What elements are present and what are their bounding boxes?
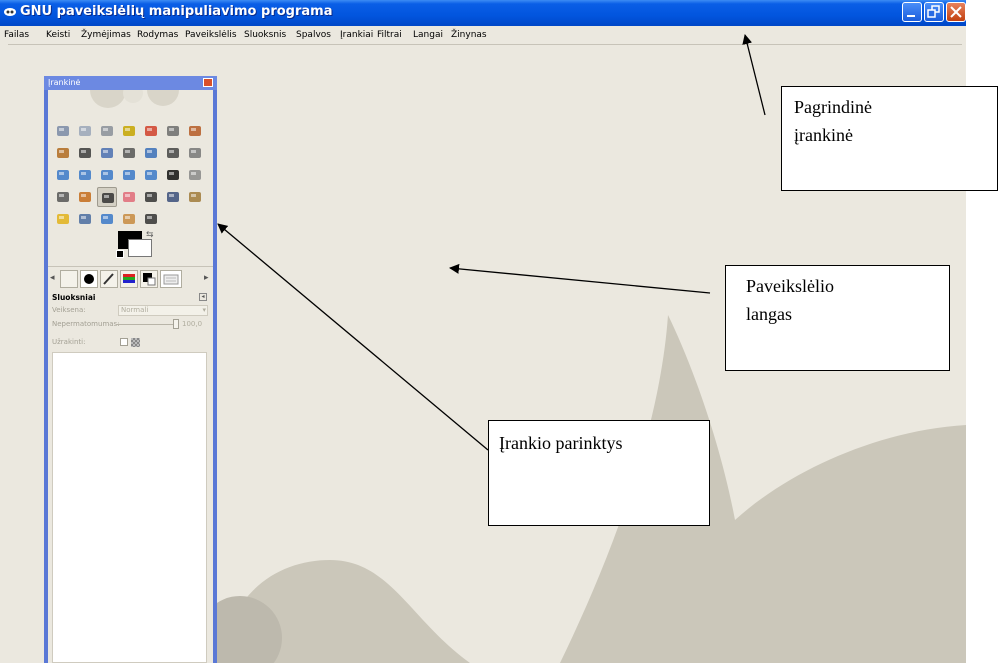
arrow-to-menubar bbox=[742, 34, 766, 116]
arrow-to-image-window bbox=[449, 263, 711, 294]
annotation-arrows bbox=[217, 34, 766, 451]
arrow-to-toolbox bbox=[217, 223, 489, 451]
